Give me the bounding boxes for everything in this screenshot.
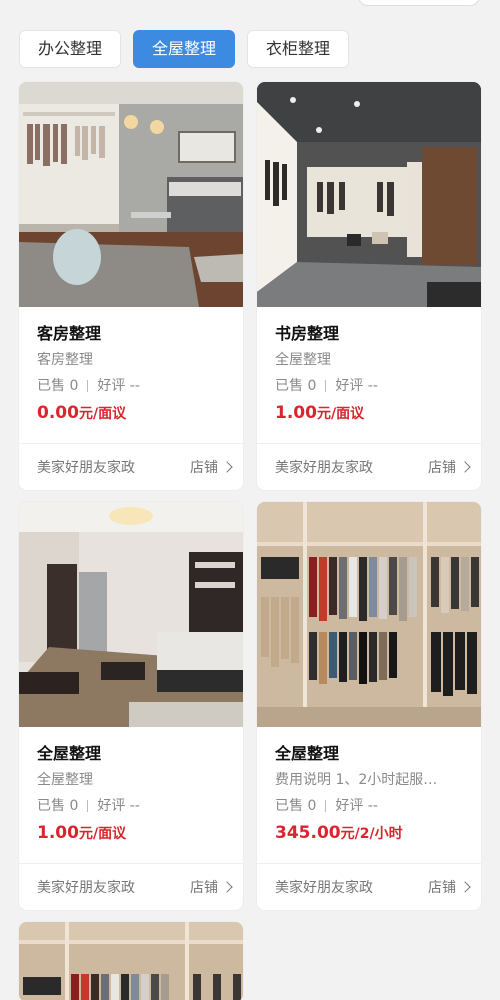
wardrobe-photo-2: [19, 922, 243, 1000]
sold-count: 已售 0: [37, 798, 79, 814]
shop-link[interactable]: 店铺: [190, 877, 233, 897]
wardrobe-photo: [257, 502, 481, 727]
shop-link[interactable]: 店铺: [428, 877, 471, 897]
card-subtitle: 客房整理: [37, 352, 93, 368]
rating: 好评 --: [335, 378, 378, 394]
divider: [325, 800, 327, 812]
top-bar: [0, 0, 500, 18]
price-unit: 元/面议: [316, 406, 365, 422]
shop-name: 美家好朋友家政: [37, 880, 135, 896]
price-unit: 元/面议: [78, 406, 127, 422]
price-value: 1.00: [37, 823, 79, 843]
rating: 好评 --: [97, 378, 140, 394]
chevron-right-icon: [221, 881, 233, 893]
price: 1.00元/面议: [37, 819, 225, 847]
rating: 好评 --: [335, 798, 378, 814]
price-value: 345.00: [275, 823, 341, 843]
shop-name: 美家好朋友家政: [37, 460, 135, 476]
shop-link[interactable]: 店铺: [428, 457, 471, 477]
price: 0.00元/面议: [37, 399, 225, 427]
price-value: 0.00: [37, 403, 79, 423]
shop-link-label: 店铺: [190, 460, 218, 476]
card-subtitle: 全屋整理: [37, 772, 93, 788]
search-box[interactable]: [358, 0, 480, 6]
living-room-photo: [19, 502, 243, 727]
price-unit: 元/2/小时: [340, 826, 403, 842]
tab-wardrobe[interactable]: 衣柜整理: [247, 30, 350, 68]
price: 345.00元/2/小时: [275, 819, 463, 847]
price-unit: 元/面议: [78, 826, 127, 842]
sold-count: 已售 0: [37, 378, 79, 394]
card-stats: 已售 0 好评 --: [37, 793, 225, 819]
shop-link-label: 店铺: [428, 460, 456, 476]
category-tabs: 办公整理 全屋整理 衣柜整理: [0, 18, 500, 90]
card-subtitle: 费用说明 1、2小时起服…: [275, 772, 438, 788]
shop-link[interactable]: 店铺: [190, 457, 233, 477]
divider: [87, 800, 89, 812]
card-footer: 美家好朋友家政 店铺: [19, 443, 243, 490]
divider: [325, 380, 327, 392]
card-stats: 已售 0 好评 --: [37, 373, 225, 399]
rating: 好评 --: [97, 798, 140, 814]
sold-count: 已售 0: [275, 798, 317, 814]
service-card[interactable]: 全屋整理 全屋整理 已售 0 好评 -- 1.00元/面议 美家好朋友家政 店铺: [19, 502, 243, 910]
card-stats: 已售 0 好评 --: [275, 373, 463, 399]
card-footer: 美家好朋友家政 店铺: [257, 863, 481, 910]
service-card[interactable]: 全屋整理 费用说明 1、2小时起服… 已售 0 好评 -- 345.00元/2/…: [257, 502, 481, 910]
chevron-right-icon: [221, 461, 233, 473]
card-stats: 已售 0 好评 --: [275, 793, 463, 819]
card-subtitle: 全屋整理: [275, 352, 331, 368]
shop-name: 美家好朋友家政: [275, 460, 373, 476]
sold-count: 已售 0: [275, 378, 317, 394]
card-footer: 美家好朋友家政 店铺: [257, 443, 481, 490]
chevron-right-icon: [459, 881, 471, 893]
card-footer: 美家好朋友家政 店铺: [19, 863, 243, 910]
shop-link-label: 店铺: [428, 880, 456, 896]
bedroom-closet-photo: [19, 82, 243, 307]
divider: [87, 380, 89, 392]
card-title: 全屋整理: [275, 744, 340, 763]
tab-whole-house[interactable]: 全屋整理: [133, 30, 236, 68]
service-card[interactable]: 客房整理 客房整理 已售 0 好评 -- 0.00元/面议 美家好朋友家政 店铺: [19, 82, 243, 490]
tab-office[interactable]: 办公整理: [19, 30, 122, 68]
price: 1.00元/面议: [275, 399, 463, 427]
price-value: 1.00: [275, 403, 317, 423]
service-card[interactable]: 书房整理 全屋整理 已售 0 好评 -- 1.00元/面议 美家好朋友家政 店铺: [257, 82, 481, 490]
card-title: 书房整理: [275, 324, 340, 343]
card-title: 客房整理: [37, 324, 102, 343]
shop-link-label: 店铺: [190, 880, 218, 896]
service-card[interactable]: [19, 922, 243, 1000]
chevron-right-icon: [459, 461, 471, 473]
shop-name: 美家好朋友家政: [275, 880, 373, 896]
walk-in-closet-photo: [257, 82, 481, 307]
card-title: 全屋整理: [37, 744, 102, 763]
